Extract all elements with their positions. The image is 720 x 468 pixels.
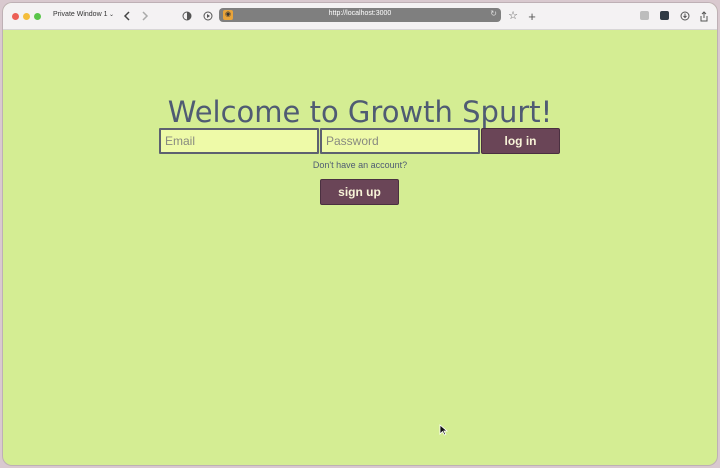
download-icon[interactable] — [678, 9, 692, 23]
share-icon[interactable] — [697, 9, 711, 23]
reload-icon[interactable]: ↻ — [490, 9, 497, 18]
plus-icon[interactable]: + — [525, 9, 539, 23]
address-bar[interactable]: ◉ http://localhost:3000 ↻ — [219, 8, 501, 22]
page-content: Welcome to Growth Spurt! log in Don't ha… — [3, 30, 717, 465]
zoom-window-button[interactable] — [34, 13, 41, 20]
page-title: Welcome to Growth Spurt! — [167, 95, 553, 130]
password-field[interactable] — [320, 128, 480, 154]
shield-icon[interactable] — [180, 9, 194, 23]
mouse-cursor-icon — [439, 424, 449, 436]
chevron-right-icon[interactable] — [138, 9, 152, 23]
extension-icon[interactable] — [640, 11, 649, 20]
minimize-window-button[interactable] — [23, 13, 30, 20]
email-field[interactable] — [159, 128, 319, 154]
signup-button[interactable]: sign up — [320, 179, 399, 205]
login-button[interactable]: log in — [481, 128, 560, 154]
window-label[interactable]: Private Window 1 — [53, 11, 107, 18]
play-circle-icon[interactable] — [201, 9, 215, 23]
close-window-button[interactable] — [12, 13, 19, 20]
url-text[interactable]: http://localhost:3000 — [219, 10, 501, 17]
star-icon[interactable]: ☆ — [506, 9, 520, 23]
browser-toolbar: Private Window 1 ⌄ ◉ http://localhost:30… — [3, 3, 717, 30]
browser-window: Private Window 1 ⌄ ◉ http://localhost:30… — [3, 3, 717, 465]
chevron-left-icon[interactable] — [120, 9, 134, 23]
no-account-text: Don't have an account? — [312, 160, 408, 170]
chevron-down-icon[interactable]: ⌄ — [109, 11, 114, 18]
extension-dark-icon[interactable] — [660, 11, 669, 20]
